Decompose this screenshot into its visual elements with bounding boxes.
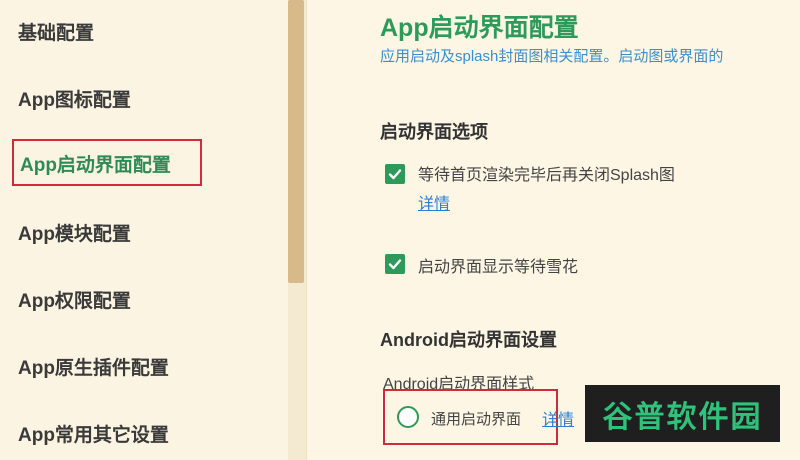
sidebar-item-basic-config[interactable]: 基础配置 — [18, 18, 94, 45]
wait-render-checkbox[interactable] — [385, 164, 405, 184]
loading-snowflake-label: 启动界面显示等待雪花 — [418, 259, 579, 276]
android-splash-heading: Android启动界面设置 — [380, 330, 557, 350]
page-description: 应用启动及splash封面图相关配置。启动图或界面的 — [380, 48, 724, 65]
sidebar-nav: 基础配置 App图标配置 App启动界面配置 App模块配置 App权限配置 A… — [0, 0, 288, 460]
page-title: App启动界面配置 — [380, 14, 579, 42]
watermark-logo: 谷普软件园 — [585, 385, 780, 442]
sidebar-item-app-permission-config[interactable]: App权限配置 — [18, 286, 131, 313]
loading-snowflake-checkbox[interactable] — [385, 254, 405, 274]
splash-options-heading: 启动界面选项 — [380, 122, 488, 142]
generic-splash-radio[interactable] — [397, 406, 419, 428]
checkmark-icon — [388, 259, 402, 270]
sidebar-item-app-icon-config[interactable]: App图标配置 — [18, 85, 131, 112]
sidebar-item-app-native-plugin-config[interactable]: App原生插件配置 — [18, 353, 169, 380]
sidebar-scrollbar-thumb[interactable] — [288, 0, 304, 283]
generic-splash-radio-label: 通用启动界面 — [431, 411, 522, 428]
wait-render-detail-link[interactable]: 详情 — [418, 190, 450, 214]
sidebar-item-app-other-settings[interactable]: App常用其它设置 — [18, 420, 169, 447]
android-splash-detail-link[interactable]: 详情 — [542, 406, 574, 430]
sidebar-item-app-splash-config[interactable]: App启动界面配置 — [20, 150, 171, 177]
wait-render-label: 等待首页渲染完毕后再关闭Splash图 — [418, 167, 675, 184]
checkmark-icon — [388, 169, 402, 180]
sidebar-item-app-module-config[interactable]: App模块配置 — [18, 219, 131, 246]
